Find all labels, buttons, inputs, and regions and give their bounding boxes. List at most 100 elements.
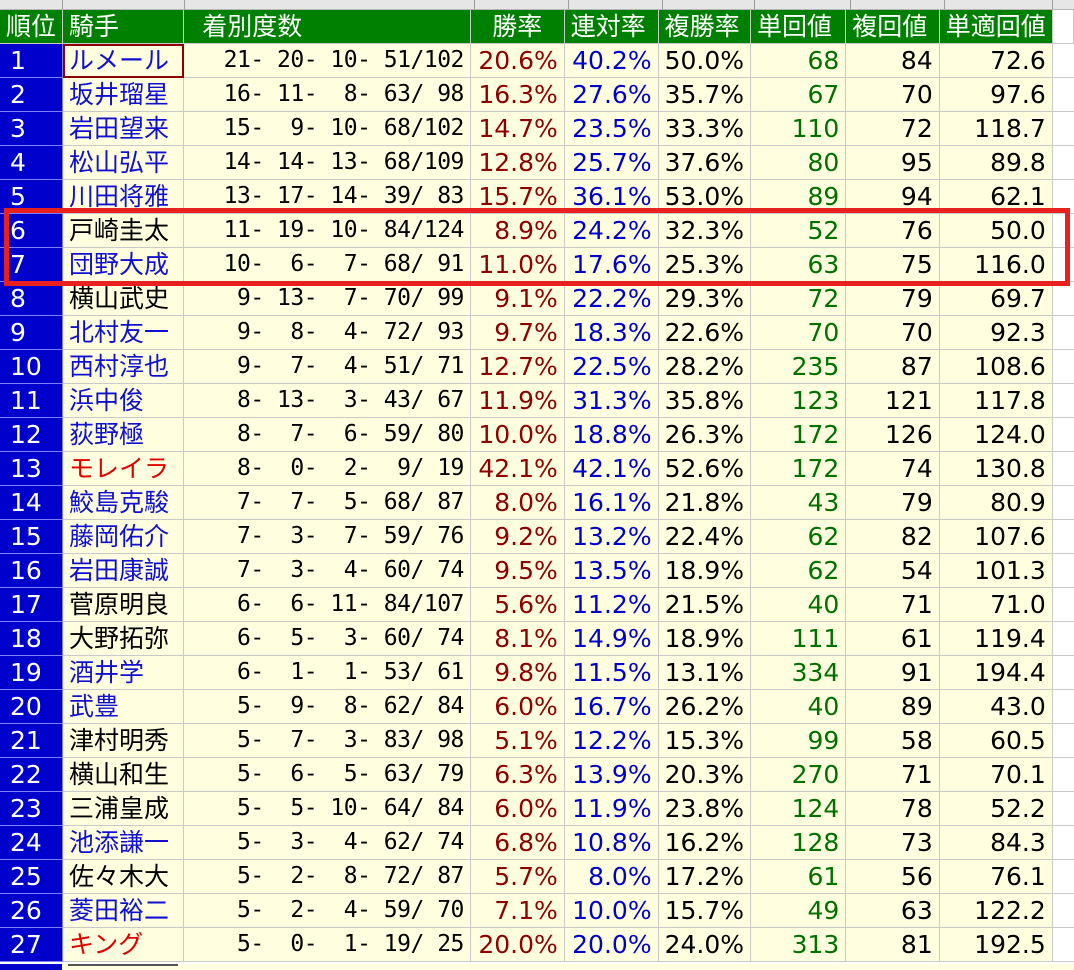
table-cell-adj-win-return[interactable]: 192.5 <box>939 927 1053 962</box>
table-cell-show-return[interactable]: 126 <box>845 417 940 452</box>
table-cell-win-rate[interactable]: 6.8% <box>470 825 565 860</box>
table-cell-show-rate[interactable]: 18.9% <box>658 553 752 588</box>
table-cell-quinella-rate[interactable]: 23.5% <box>564 111 659 146</box>
table-cell-quinella-rate[interactable]: 36.1% <box>564 179 659 214</box>
table-cell-adj-win-return[interactable]: 69.7 <box>939 281 1053 316</box>
table-cell-win-rate[interactable]: 12.8% <box>470 145 565 180</box>
table-cell-rank[interactable]: 26 <box>0 893 64 928</box>
table-cell-adj-win-return[interactable]: 97.6 <box>939 77 1053 112</box>
table-cell-adj-win-return[interactable]: 80.9 <box>939 485 1053 520</box>
table-cell-record[interactable]: 16- 11- 8- 63/ 98 <box>183 77 471 112</box>
table-cell-quinella-rate[interactable]: 22.2% <box>564 281 659 316</box>
header-show-return[interactable]: 複回値 <box>845 10 940 44</box>
table-cell-win-rate[interactable]: 6.0% <box>470 689 565 724</box>
table-cell-rank[interactable]: 27 <box>0 927 64 962</box>
table-cell-record[interactable]: 8- 0- 2- 9/ 19 <box>183 451 471 486</box>
table-cell-quinella-rate[interactable]: 31.3% <box>564 383 659 418</box>
table-cell-win-return[interactable]: 52 <box>750 213 847 248</box>
table-cell-adj-win-return[interactable]: 122.2 <box>939 893 1053 928</box>
table-cell-adj-win-return[interactable]: 101.3 <box>939 553 1053 588</box>
table-cell-record[interactable]: 8- 13- 3- 43/ 67 <box>183 383 471 418</box>
table-cell-win-rate[interactable]: 5.1% <box>470 723 565 758</box>
table-cell-win-rate[interactable]: 15.7% <box>470 179 565 214</box>
table-cell-record[interactable]: 10- 6- 7- 68/ 91 <box>183 247 471 282</box>
table-cell-show-return[interactable]: 89 <box>845 689 940 724</box>
table-cell-show-rate[interactable]: 53.0% <box>658 179 752 214</box>
header-quinella-rate[interactable]: 連対率 <box>564 10 659 44</box>
table-cell-show-return[interactable]: 94 <box>845 179 940 214</box>
table-cell-show-rate[interactable]: 35.8% <box>658 383 752 418</box>
header-adj-win-return[interactable]: 単適回値 <box>939 10 1053 44</box>
table-cell-show-rate[interactable]: 50.0% <box>658 43 752 78</box>
table-cell-rank[interactable]: 1 <box>0 43 64 78</box>
table-cell-rank[interactable]: 19 <box>0 655 64 690</box>
table-cell-quinella-rate[interactable]: 13.5% <box>564 553 659 588</box>
header-jockey[interactable]: 騎手 <box>62 10 185 44</box>
table-cell-show-rate[interactable]: 22.4% <box>658 519 752 554</box>
table-cell-win-return[interactable]: 43 <box>750 485 847 520</box>
table-cell-win-rate[interactable]: 10.0% <box>470 417 565 452</box>
table-cell-record[interactable]: 5- 5- 10- 64/ 84 <box>183 791 471 826</box>
table-cell-quinella-rate[interactable]: 18.8% <box>564 417 659 452</box>
table-cell-win-return[interactable]: 111 <box>750 621 847 656</box>
table-cell-win-return[interactable]: 62 <box>750 553 847 588</box>
table-cell-win-return[interactable]: 40 <box>750 587 847 622</box>
table-cell-win-rate[interactable]: 5.6% <box>470 587 565 622</box>
table-cell-quinella-rate[interactable]: 11.5% <box>564 655 659 690</box>
table-cell-record[interactable]: 7- 3- 4- 60/ 74 <box>183 553 471 588</box>
table-cell-rank[interactable]: 10 <box>0 349 64 384</box>
table-cell-adj-win-return[interactable]: 71.0 <box>939 587 1053 622</box>
header-win-rate[interactable]: 勝率 <box>470 10 565 44</box>
table-cell-show-rate[interactable]: 26.2% <box>658 689 752 724</box>
table-cell-win-return[interactable]: 110 <box>750 111 847 146</box>
table-cell-win-return[interactable]: 49 <box>750 893 847 928</box>
table-cell-show-rate[interactable]: 21.8% <box>658 485 752 520</box>
table-cell-rank[interactable]: 18 <box>0 621 64 656</box>
table-cell-quinella-rate[interactable]: 13.2% <box>564 519 659 554</box>
table-cell-jockey[interactable]: 西村淳也 <box>62 349 185 384</box>
table-cell-jockey[interactable]: 池添謙一 <box>62 825 185 860</box>
table-cell-win-rate[interactable]: 42.1% <box>470 451 565 486</box>
table-cell-show-rate[interactable]: 52.6% <box>658 451 752 486</box>
header-record[interactable]: 着別度数 <box>183 10 471 44</box>
table-cell-win-rate[interactable]: 8.9% <box>470 213 565 248</box>
table-cell-show-rate[interactable]: 33.3% <box>658 111 752 146</box>
table-cell-adj-win-return[interactable]: 117.8 <box>939 383 1053 418</box>
table-cell-jockey[interactable]: 川田将雅 <box>62 179 185 214</box>
table-cell-record[interactable]: 5- 0- 1- 19/ 25 <box>183 927 471 962</box>
table-cell-show-rate[interactable]: 32.3% <box>658 213 752 248</box>
table-cell-adj-win-return[interactable]: 130.8 <box>939 451 1053 486</box>
table-cell-record[interactable]: 5- 7- 3- 83/ 98 <box>183 723 471 758</box>
table-cell-quinella-rate[interactable]: 11.9% <box>564 791 659 826</box>
table-cell-jockey[interactable]: モレイラ <box>62 451 185 486</box>
table-cell-record[interactable]: 11- 19- 10- 84/124 <box>183 213 471 248</box>
table-cell-win-return[interactable]: 61 <box>750 859 847 894</box>
table-cell-show-return[interactable]: 95 <box>845 145 940 180</box>
table-cell-adj-win-return[interactable]: 43.0 <box>939 689 1053 724</box>
table-cell-rank[interactable]: 13 <box>0 451 64 486</box>
table-cell-jockey[interactable]: 大野拓弥 <box>62 621 185 656</box>
table-cell-adj-win-return[interactable]: 89.8 <box>939 145 1053 180</box>
table-cell-jockey[interactable]: 浜中俊 <box>62 383 185 418</box>
table-cell-rank[interactable]: 17 <box>0 587 64 622</box>
table-cell-jockey[interactable]: 岩田康誠 <box>62 553 185 588</box>
table-cell-record[interactable]: 9- 7- 4- 51/ 71 <box>183 349 471 384</box>
table-cell-jockey[interactable]: キング <box>62 927 185 962</box>
table-cell-jockey[interactable]: 横山和生 <box>62 757 185 792</box>
table-cell-jockey[interactable]: 藤岡佑介 <box>62 519 185 554</box>
table-cell-jockey[interactable]: 菱田裕二 <box>62 893 185 928</box>
table-cell-jockey[interactable]: 津村明秀 <box>62 723 185 758</box>
table-cell-win-rate[interactable]: 8.1% <box>470 621 565 656</box>
table-cell-rank[interactable]: 8 <box>0 281 64 316</box>
table-cell-show-return[interactable]: 76 <box>845 213 940 248</box>
table-cell-quinella-rate[interactable]: 24.2% <box>564 213 659 248</box>
table-cell-show-return[interactable]: 72 <box>845 111 940 146</box>
table-cell-jockey[interactable]: 荻野極 <box>62 417 185 452</box>
table-cell-show-rate[interactable]: 21.5% <box>658 587 752 622</box>
table-cell-adj-win-return[interactable]: 194.4 <box>939 655 1053 690</box>
table-cell-win-return[interactable]: 99 <box>750 723 847 758</box>
table-cell-rank[interactable]: 7 <box>0 247 64 282</box>
table-cell-show-return[interactable]: 56 <box>845 859 940 894</box>
table-cell-win-rate[interactable]: 6.3% <box>470 757 565 792</box>
table-cell-rank[interactable]: 6 <box>0 213 64 248</box>
